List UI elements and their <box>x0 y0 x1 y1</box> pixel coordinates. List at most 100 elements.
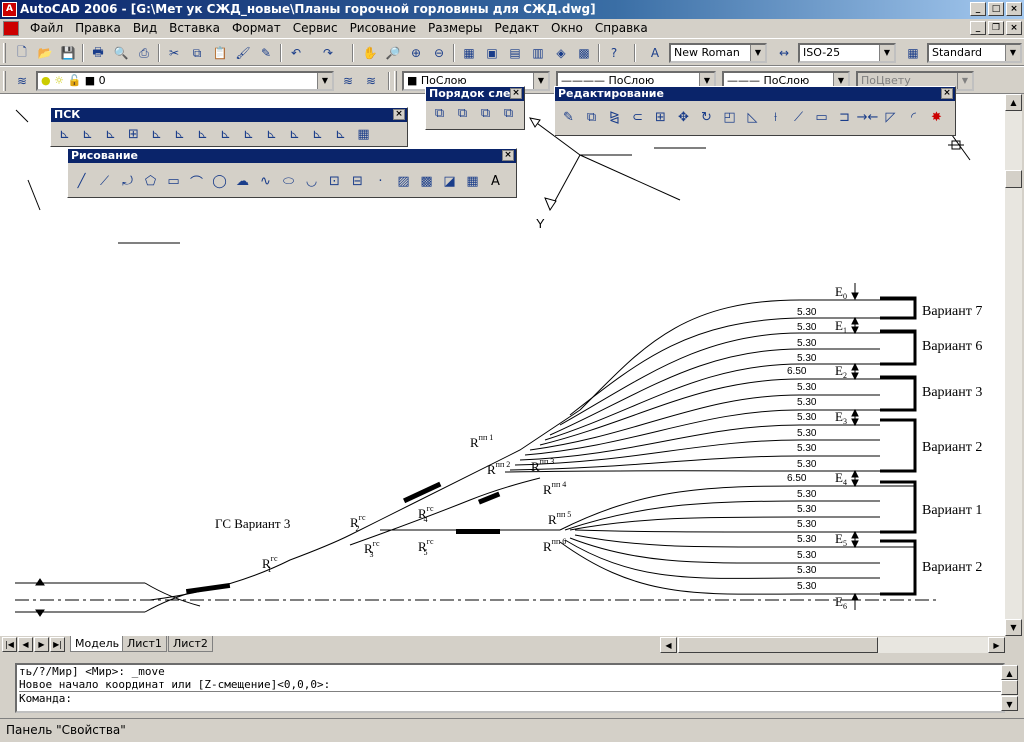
fillet-icon[interactable]: ◜ <box>903 107 924 128</box>
menu-window[interactable]: Окно <box>545 19 589 38</box>
explode-icon[interactable]: ✸ <box>926 107 947 128</box>
zoom-window-icon[interactable]: ⊕ <box>406 43 426 63</box>
scroll-down-icon[interactable]: ▼ <box>1005 619 1022 636</box>
doc-minimize-button[interactable]: _ <box>970 21 986 35</box>
line-icon[interactable]: ╱ <box>71 171 92 192</box>
polygon-icon[interactable]: ⬠ <box>140 171 161 192</box>
circle-icon[interactable]: ◯ <box>209 171 230 192</box>
zoom-realtime-icon[interactable]: 🔎 <box>383 43 403 63</box>
text-style-icon[interactable]: A <box>645 43 665 63</box>
zoom-previous-icon[interactable]: ⊖ <box>429 43 449 63</box>
copy-icon[interactable]: ⧉ <box>187 43 207 63</box>
gradient-icon[interactable]: ▩ <box>416 171 437 192</box>
rectangle-icon[interactable]: ▭ <box>163 171 184 192</box>
minimize-button[interactable]: _ <box>970 2 986 16</box>
region-icon[interactable]: ◪ <box>439 171 460 192</box>
scroll-up-icon[interactable]: ▲ <box>1005 94 1022 111</box>
offset-icon[interactable]: ⊂ <box>627 107 648 128</box>
ucs-face-icon[interactable]: ⊞ <box>123 124 144 145</box>
ellipse-icon[interactable]: ⬭ <box>278 171 299 192</box>
paste-icon[interactable]: 📋 <box>210 43 230 63</box>
polyline-icon[interactable]: ⤾ <box>117 171 138 192</box>
ucs-zaxis-icon[interactable]: ⊾ <box>215 124 236 145</box>
ucs-icon[interactable]: ⊾ <box>54 124 75 145</box>
move-icon[interactable]: ✥ <box>673 107 694 128</box>
command-grip[interactable] <box>4 663 14 713</box>
ucs-view-icon[interactable]: ⊾ <box>169 124 190 145</box>
menu-draw[interactable]: Рисование <box>344 19 422 38</box>
ucs-world-icon[interactable]: ⊾ <box>77 124 98 145</box>
close-icon[interactable]: × <box>502 150 514 161</box>
revision-cloud-icon[interactable]: ☁ <box>232 171 253 192</box>
scroll-right-icon[interactable]: ▶ <box>988 637 1005 653</box>
tool-palettes-icon[interactable]: ▤ <box>505 43 525 63</box>
break-icon[interactable]: ⊐ <box>834 107 855 128</box>
vertical-scrollbar[interactable]: ▲ ▼ <box>1005 94 1022 636</box>
doc-close-button[interactable]: × <box>1006 21 1022 35</box>
cut-icon[interactable]: ✂ <box>164 43 184 63</box>
match-properties-icon[interactable]: 🖌 <box>233 43 253 63</box>
first-tab-icon[interactable]: |◀ <box>2 637 17 652</box>
layer-manager-icon[interactable]: ≋ <box>12 71 32 91</box>
save-icon[interactable]: 💾 <box>58 43 78 63</box>
ucs-previous-icon[interactable]: ⊾ <box>100 124 121 145</box>
menu-edit[interactable]: Правка <box>69 19 127 38</box>
menu-format[interactable]: Формат <box>226 19 287 38</box>
menu-insert[interactable]: Вставка <box>163 19 226 38</box>
array-icon[interactable]: ⊞ <box>650 107 671 128</box>
command-prompt[interactable]: Команда: <box>19 691 1003 705</box>
scroll-up-icon[interactable]: ▲ <box>1001 665 1018 680</box>
last-tab-icon[interactable]: ▶| <box>50 637 65 652</box>
horizontal-scrollbar[interactable]: ◀ ▶ <box>660 637 1005 653</box>
table-style-icon[interactable]: ▦ <box>903 43 923 63</box>
table-style-select[interactable]: Standard ▼ <box>927 43 1022 63</box>
ucs-x-icon[interactable]: ⊾ <box>261 124 282 145</box>
bring-to-front-icon[interactable]: ⧉ <box>429 103 450 124</box>
scroll-thumb[interactable] <box>1001 680 1018 695</box>
calculator-icon[interactable]: ▩ <box>574 43 594 63</box>
join-icon[interactable]: →← <box>857 107 879 128</box>
text-style-select[interactable]: New Roman ▼ <box>669 43 767 63</box>
dim-style-icon[interactable]: ↔ <box>774 43 794 63</box>
scale-icon[interactable]: ◰ <box>719 107 740 128</box>
menu-tools[interactable]: Сервис <box>287 19 344 38</box>
menu-view[interactable]: Вид <box>127 19 163 38</box>
close-icon[interactable]: × <box>510 88 522 99</box>
menu-modify[interactable]: Редакт <box>489 19 546 38</box>
rotate-icon[interactable]: ↻ <box>696 107 717 128</box>
ucs-3point-icon[interactable]: ⊾ <box>238 124 259 145</box>
copy-object-icon[interactable]: ⧉ <box>581 107 602 128</box>
ellipse-arc-icon[interactable]: ◡ <box>301 171 322 192</box>
dim-style-select[interactable]: ISO-25 ▼ <box>798 43 896 63</box>
bring-above-icon[interactable]: ⧉ <box>475 103 496 124</box>
make-block-icon[interactable]: ⊟ <box>347 171 368 192</box>
prev-tab-icon[interactable]: ◀ <box>18 637 33 652</box>
spline-icon[interactable]: ∿ <box>255 171 276 192</box>
pan-icon[interactable]: ✋ <box>360 43 380 63</box>
block-editor-icon[interactable]: ✎ <box>256 43 276 63</box>
ucs-z-icon[interactable]: ⊾ <box>307 124 328 145</box>
tab-sheet2[interactable]: Лист2 <box>168 636 213 652</box>
trim-icon[interactable]: ⟊ <box>765 107 786 128</box>
properties-icon[interactable]: ▦ <box>459 43 479 63</box>
hatch-icon[interactable]: ▨ <box>393 171 414 192</box>
design-center-icon[interactable]: ▣ <box>482 43 502 63</box>
scroll-thumb[interactable] <box>1005 170 1022 188</box>
erase-icon[interactable]: ✎ <box>558 107 579 128</box>
layer-previous-icon[interactable]: ≋ <box>361 71 381 91</box>
maximize-button[interactable]: □ <box>988 2 1004 16</box>
layer-select[interactable]: ● ☼ 🔓 ■ 0 ▼ <box>36 71 334 91</box>
send-under-icon[interactable]: ⧉ <box>498 103 519 124</box>
doc-restore-button[interactable]: ❐ <box>988 21 1004 35</box>
new-file-icon[interactable]: 🗋 <box>12 43 32 63</box>
multiline-text-icon[interactable]: A <box>485 171 506 192</box>
ucs-origin-icon[interactable]: ⊾ <box>192 124 213 145</box>
command-line[interactable]: ть/?/Мир] <Мир>: _move Новое начало коор… <box>15 663 1005 713</box>
construction-line-icon[interactable]: ⟋ <box>94 171 115 192</box>
tab-model[interactable]: Модель <box>70 636 125 652</box>
point-icon[interactable]: · <box>370 171 391 192</box>
send-to-back-icon[interactable]: ⧉ <box>452 103 473 124</box>
autocad-app-icon[interactable]: A <box>2 2 17 17</box>
ucs-object-icon[interactable]: ⊾ <box>146 124 167 145</box>
ucs-y-icon[interactable]: ⊾ <box>284 124 305 145</box>
